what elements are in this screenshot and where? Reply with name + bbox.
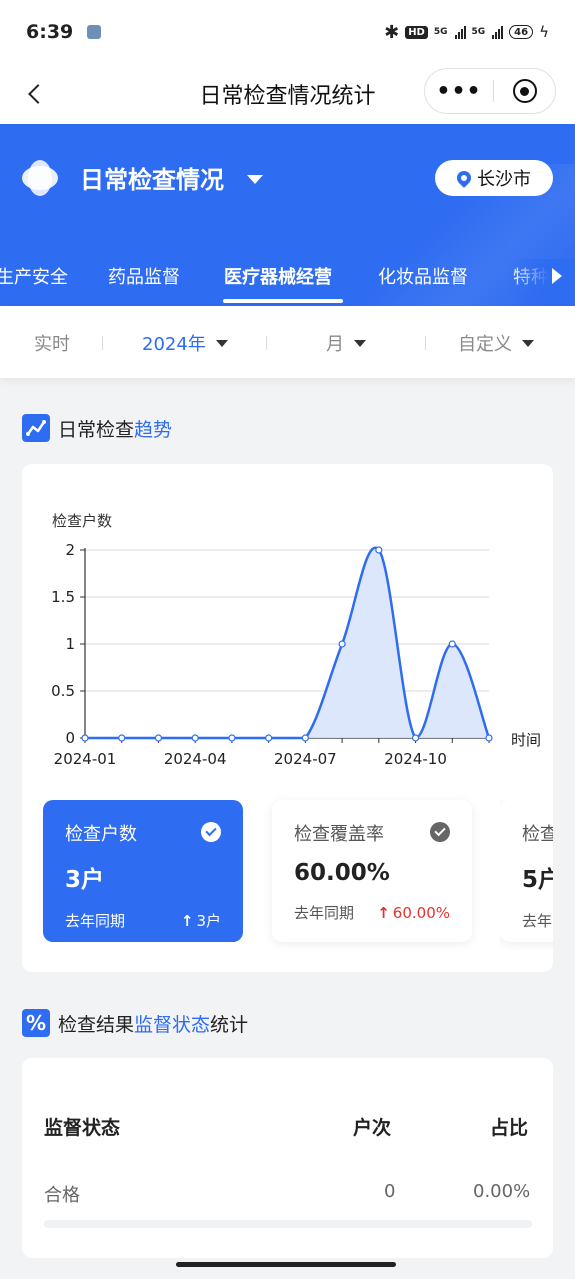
- table-cell-count: 0: [384, 1181, 396, 1202]
- battery-icon: 46: [509, 25, 534, 39]
- data-point-2024-11: [448, 640, 456, 648]
- ratio-progress-bar: [44, 1220, 532, 1228]
- tab-production-safety[interactable]: 生产安全: [0, 263, 68, 289]
- category-tabs: 生产安全 药品监督 医疗器械经营 化妆品监督 特种: [0, 259, 575, 306]
- check-circle-icon: [201, 822, 221, 842]
- y-tick-label: 1.5: [51, 588, 75, 606]
- check-circle-icon: [430, 822, 450, 842]
- x-tick-label: 2024-07: [274, 750, 337, 768]
- filter-year[interactable]: 2024年: [142, 330, 228, 356]
- hd-badge: HD: [405, 25, 428, 39]
- y-axis-label: 检查户数: [52, 512, 112, 530]
- y-tick-label: 2: [65, 541, 75, 559]
- data-point-2024-06: [265, 734, 273, 742]
- result-section-title: % 检查结果监督状态统计: [22, 1009, 248, 1037]
- table-cell-status: 合格: [44, 1185, 80, 1206]
- data-point-2024-05: [228, 734, 236, 742]
- table-header-status: 监督状态: [44, 1117, 121, 1139]
- signal-label-2: 5G: [471, 27, 486, 37]
- data-point-2024-04: [191, 734, 199, 742]
- x-axis-label: 时间: [511, 731, 541, 749]
- y-tick-label: 1: [65, 635, 75, 653]
- data-point-2024-12: [485, 734, 493, 742]
- data-point-2024-01: [81, 734, 89, 742]
- active-tab-indicator: [223, 299, 343, 303]
- data-point-2024-08: [338, 640, 346, 648]
- header-title-dropdown[interactable]: 日常检查情况: [80, 160, 224, 195]
- filter-month[interactable]: 月: [326, 330, 366, 356]
- y-tick-label: 0.5: [51, 682, 75, 700]
- filter-custom[interactable]: 自定义: [458, 330, 534, 356]
- arrow-up-icon: ↑: [377, 903, 390, 922]
- table-header-count: 户次: [353, 1117, 392, 1139]
- app-logo-icon: [20, 158, 60, 198]
- tabs-scroll-right-icon[interactable]: [552, 268, 562, 284]
- signal-icon: [454, 25, 466, 39]
- charging-icon: ϟ: [539, 23, 549, 41]
- caret-down-icon: [522, 339, 534, 347]
- more-button[interactable]: •••: [425, 79, 493, 104]
- home-indicator: [176, 1262, 396, 1267]
- signal-label-1: 5G: [433, 27, 448, 37]
- status-icons: ✱ HD 5G 5G 46 ϟ: [384, 22, 549, 43]
- trend-chart: 检查户数 0 0.5 1 1.5 2 2024-01 2024-04 2024-07 2024-1…: [51, 512, 541, 768]
- filter-bar: 实时 2024年 月 自定义: [0, 306, 575, 378]
- x-tick-label: 2024-01: [54, 750, 117, 768]
- data-point-2024-03: [154, 734, 163, 742]
- city-label: 长沙市: [477, 169, 531, 190]
- data-point-2024-07: [301, 734, 309, 742]
- series-line: [84, 546, 491, 740]
- caret-down-icon: [354, 339, 366, 347]
- data-point-2024-02: [118, 734, 126, 742]
- nav-bar: 日常检查情况统计 •••: [0, 64, 575, 124]
- trend-chart-card: 检查户数 0 0.5 1 1.5 2 2024-01 2024-04 2024-07 2024-1…: [22, 464, 553, 972]
- caret-down-icon[interactable]: [247, 175, 263, 184]
- y-tick-label: 0: [65, 729, 75, 747]
- stat-card-partial[interactable]: 检查 5户 去年: [500, 800, 553, 942]
- tab-medical-device[interactable]: 医疗器械经营: [224, 263, 332, 289]
- status-bar: 6:39 ✱ HD 5G 5G 46 ϟ: [0, 0, 575, 64]
- bluetooth-icon: ✱: [384, 21, 400, 43]
- trend-section-title: 日常检查趋势: [22, 414, 172, 442]
- data-point-2024-10: [411, 734, 420, 742]
- city-selector-button[interactable]: 长沙市: [435, 160, 553, 196]
- arrow-up-icon: ↑: [180, 911, 194, 930]
- data-point-2024-09: [375, 546, 383, 554]
- target-close-icon: [512, 79, 537, 103]
- table-cell-ratio: 0.00%: [473, 1181, 531, 1202]
- status-time: 6:39: [26, 21, 74, 43]
- signal-icon-2: [492, 25, 504, 39]
- percent-icon: %: [22, 1009, 50, 1037]
- x-tick-label: 2024-10: [384, 750, 447, 768]
- stat-card-coverage[interactable]: 检查覆盖率 60.00% 去年同期 ↑ 60.00%: [272, 800, 472, 942]
- status-table-card: 监督状态 户次 占比 合格 0 0.00%: [22, 1058, 553, 1258]
- caret-down-icon: [215, 339, 228, 347]
- tab-drug-supervision[interactable]: 药品监督: [108, 263, 180, 289]
- x-tick-label: 2024-04: [164, 750, 227, 768]
- filter-realtime[interactable]: 实时: [34, 330, 70, 356]
- stat-card-inspections[interactable]: 检查户数 3户 去年同期 ↑ 3户: [43, 800, 243, 942]
- close-button[interactable]: [494, 79, 555, 103]
- blue-header: 日常检查情况 长沙市 生产安全 药品监督 医疗器械经营 化妆品监督 特种: [0, 124, 575, 306]
- location-pin-icon: [454, 168, 474, 188]
- app-notification-icon: [87, 25, 102, 39]
- tab-cosmetics[interactable]: 化妆品监督: [378, 263, 468, 289]
- table-header-ratio: 占比: [490, 1117, 529, 1139]
- trend-chart-icon: [22, 414, 50, 442]
- mini-program-capsule: •••: [424, 68, 556, 114]
